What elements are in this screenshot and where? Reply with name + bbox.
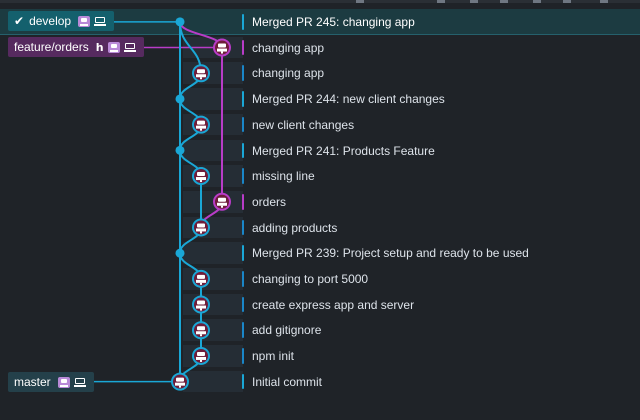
branch-name: feature/orders [14,40,89,54]
commit-graph [94,17,231,391]
avatar-eyes [197,300,205,305]
avatar-chin [200,77,202,80]
avatar-chin [200,359,202,362]
laptop-icon [73,377,86,387]
avatar-eyes [197,69,205,74]
avatar-chin [200,231,202,234]
avatar-eyes [197,172,205,177]
avatar-eyes [218,43,226,48]
branch-label-master[interactable]: master [8,372,94,392]
check-icon: ✔ [14,14,25,28]
avatar-chin [200,308,202,311]
avatar-eyes [176,377,184,382]
hourglass-icon: h [95,40,104,54]
merge-node[interactable] [175,145,185,155]
branch-label-feature-orders[interactable]: feature/orders h [8,37,144,57]
avatar-body [196,331,206,335]
avatar-body [217,48,227,52]
user-avatar-icon [107,41,120,53]
laptop-icon [123,42,136,52]
avatar-body [196,125,206,129]
merge-node[interactable] [175,17,185,27]
avatar-body [196,305,206,309]
branch-name: master [14,375,51,389]
branch-label-develop[interactable]: ✔ develop [8,11,115,31]
avatar-chin [179,385,181,388]
avatar-body [175,382,185,386]
avatar-chin [221,205,223,208]
avatar-body [217,202,227,206]
avatar-eyes [197,274,205,279]
avatar-chin [200,180,202,183]
avatar-chin [221,51,223,54]
avatar-body [196,228,206,232]
avatar-eyes [197,326,205,331]
avatar-chin [200,282,202,285]
avatar-chin [200,128,202,131]
avatar-chin [200,334,202,337]
branch-name: develop [29,14,72,28]
user-avatar-icon [57,376,70,388]
avatar-eyes [197,223,205,228]
merge-node[interactable] [175,248,185,258]
git-graph-panel: Merged PR 245: changing app changing app c… [0,0,640,420]
avatar-body [196,74,206,78]
avatar-eyes [218,197,226,202]
avatar-body [196,356,206,360]
avatar-body [196,177,206,181]
laptop-icon [94,16,107,26]
avatar-eyes [197,120,205,125]
user-avatar-icon [78,15,91,27]
merge-node[interactable] [175,94,185,104]
avatar-eyes [197,351,205,356]
avatar-body [196,279,206,283]
